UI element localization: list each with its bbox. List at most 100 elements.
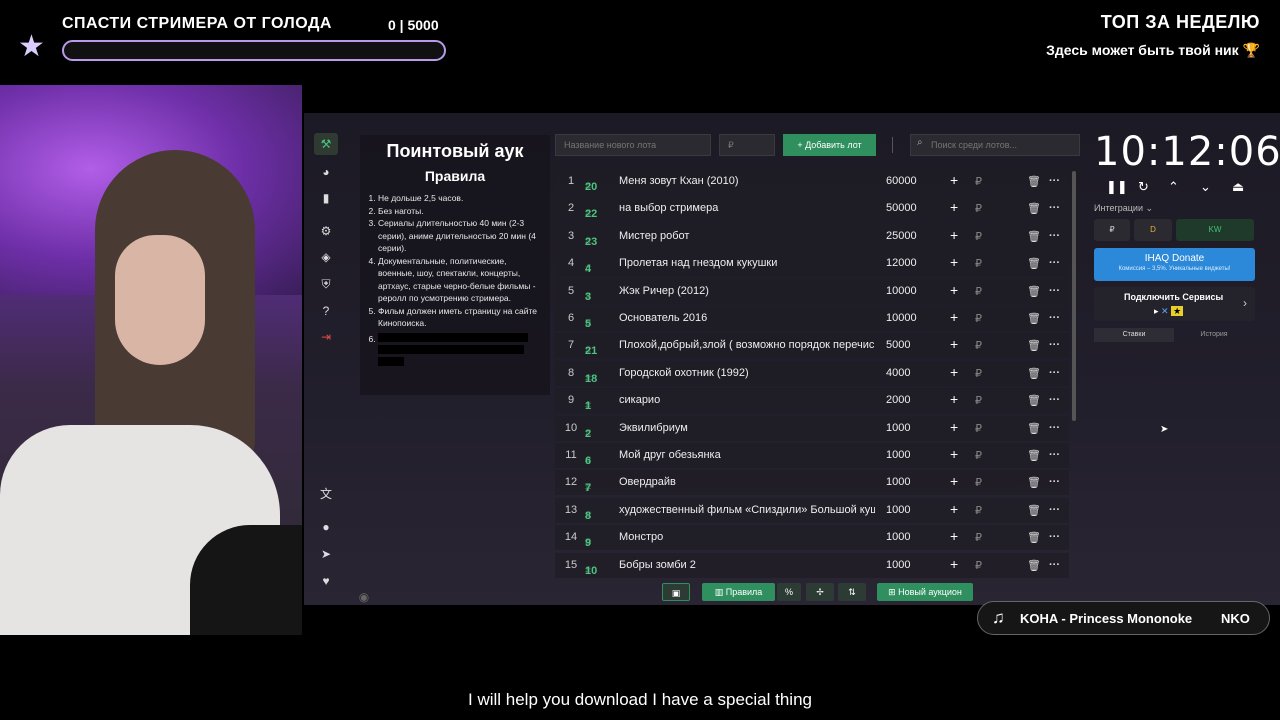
lot-name[interactable]: Эквилибриум bbox=[619, 422, 875, 434]
lot-name[interactable]: Городской охотник (1992) bbox=[619, 367, 875, 379]
more-icon[interactable]: ··· bbox=[1049, 257, 1060, 269]
delete-icon[interactable]: 🗑 bbox=[1027, 531, 1041, 544]
lot-name-input[interactable] bbox=[555, 134, 711, 156]
delete-icon[interactable]: 🗑 bbox=[1027, 394, 1041, 407]
add-lot-button[interactable]: + Добавить лот bbox=[783, 134, 876, 156]
lot-name[interactable]: Мой друг обезьянка bbox=[619, 449, 875, 461]
more-icon[interactable]: ··· bbox=[1049, 230, 1060, 242]
lot-name[interactable]: художественный фильм «Спиздили» Большой … bbox=[619, 504, 875, 516]
percent-button[interactable]: % bbox=[777, 583, 801, 601]
currency-icon[interactable]: ₽ bbox=[975, 422, 982, 435]
delete-icon[interactable]: 🗑 bbox=[1027, 367, 1041, 380]
chevron-down-icon[interactable]: ⌄ bbox=[1200, 179, 1211, 195]
lot-name[interactable]: Бобры зомби 2 bbox=[619, 559, 875, 571]
add-amount-icon[interactable]: + bbox=[950, 419, 958, 435]
reset-icon[interactable]: ↻ bbox=[1138, 179, 1149, 195]
lot-row[interactable]: 7 #21 Плохой,добрый,злой ( возможно порядо… bbox=[555, 333, 1069, 359]
delete-icon[interactable]: 🗑 bbox=[1027, 339, 1041, 352]
lot-name[interactable]: Основатель 2016 bbox=[619, 312, 875, 324]
currency-icon[interactable]: ₽ bbox=[975, 312, 982, 325]
lot-list-scrollbar[interactable] bbox=[1072, 171, 1076, 421]
github-icon[interactable]: ● bbox=[314, 516, 338, 538]
telegram-icon[interactable]: ➤ bbox=[314, 543, 338, 565]
delete-icon[interactable]: 🗑 bbox=[1027, 202, 1041, 215]
currency-icon[interactable]: ₽ bbox=[975, 285, 982, 298]
lot-row[interactable]: 1 #20 Меня зовут Кхан (2010) 60000 + ₽ 🗑 ··· bbox=[555, 169, 1069, 194]
lot-row[interactable]: 14 #9 Монстро 1000 + ₽ 🗑 ··· bbox=[555, 525, 1069, 551]
lot-search-input[interactable] bbox=[910, 134, 1080, 156]
lot-row[interactable]: 12 #7 Овердрайв 1000 + ₽ 🗑 ··· bbox=[555, 470, 1069, 496]
delete-icon[interactable]: 🗑 bbox=[1027, 422, 1041, 435]
more-icon[interactable]: ··· bbox=[1049, 285, 1060, 297]
auction-icon[interactable]: ⚒ bbox=[314, 133, 338, 155]
lot-name[interactable]: на выбор стримера bbox=[619, 202, 875, 214]
lot-row[interactable]: 13 #8 художественный фильм «Спиздили» Боль… bbox=[555, 497, 1069, 523]
layers-icon[interactable]: ◈ bbox=[314, 246, 338, 268]
sort-icon[interactable]: ⇅ bbox=[838, 583, 866, 601]
settings-icon[interactable]: ⚙ bbox=[314, 220, 338, 242]
lot-name[interactable]: Овердрайв bbox=[619, 476, 875, 488]
donatealerts-integration[interactable]: D bbox=[1134, 219, 1172, 241]
save-icon[interactable]: ▣ bbox=[662, 583, 690, 601]
add-amount-icon[interactable]: + bbox=[950, 336, 958, 352]
more-icon[interactable]: ··· bbox=[1049, 559, 1060, 571]
rules-toggle-button[interactable]: ▥ Правила bbox=[702, 583, 775, 601]
kw-integration[interactable]: KW bbox=[1176, 219, 1254, 241]
delete-icon[interactable]: 🗑 bbox=[1027, 559, 1041, 572]
delete-icon[interactable]: 🗑 bbox=[1027, 230, 1041, 243]
add-amount-icon[interactable]: + bbox=[950, 528, 958, 544]
currency-icon[interactable]: ₽ bbox=[975, 504, 982, 517]
lot-row[interactable]: 2 #22 на выбор стримера 50000 + ₽ 🗑 ··· bbox=[555, 196, 1069, 222]
donate-service-button[interactable]: IHAQ Donate Комиссия – 3,5%. Уникальные … bbox=[1094, 248, 1255, 281]
split-icon[interactable]: ✢ bbox=[806, 583, 834, 601]
lot-row[interactable]: 11 #6 Мой друг обезьянка 1000 + ₽ 🗑 ··· bbox=[555, 443, 1069, 468]
currency-icon[interactable]: ₽ bbox=[975, 230, 982, 243]
stats-icon[interactable]: ▮ bbox=[314, 187, 338, 209]
donate-icon[interactable]: ♥ bbox=[314, 570, 338, 592]
currency-icon[interactable]: ₽ bbox=[975, 202, 982, 215]
add-amount-icon[interactable]: + bbox=[950, 501, 958, 517]
delete-icon[interactable]: 🗑 bbox=[1027, 476, 1041, 489]
lot-row[interactable]: 9 #1 сикарио 2000 + ₽ 🗑 ··· bbox=[555, 388, 1069, 414]
shield-icon[interactable]: ⛨ bbox=[314, 273, 338, 295]
lot-name[interactable]: Меня зовут Кхан (2010) bbox=[619, 175, 875, 187]
more-icon[interactable]: ··· bbox=[1049, 175, 1060, 187]
delete-icon[interactable]: 🗑 bbox=[1027, 285, 1041, 298]
lot-row[interactable]: 15 #10 Бобры зомби 2 1000 + ₽ 🗑 ··· bbox=[555, 552, 1069, 578]
more-icon[interactable]: ··· bbox=[1049, 449, 1060, 461]
translate-icon[interactable]: 文 bbox=[314, 483, 338, 505]
currency-icon[interactable]: ₽ bbox=[975, 449, 982, 462]
add-amount-icon[interactable]: + bbox=[950, 364, 958, 380]
delete-icon[interactable]: 🗑 bbox=[1027, 175, 1041, 188]
lot-row[interactable]: 3 #23 Мистер робот 25000 + ₽ 🗑 ··· bbox=[555, 223, 1069, 249]
lot-price-input[interactable] bbox=[719, 134, 775, 156]
double-chevron-up-icon[interactable]: ⏏ bbox=[1232, 179, 1244, 195]
add-amount-icon[interactable]: + bbox=[950, 254, 958, 270]
lot-row[interactable]: 4 #4 Пролетая над гнездом кукушки 12000 + ₽ 🗑 ·… bbox=[555, 251, 1069, 277]
currency-icon[interactable]: ₽ bbox=[975, 257, 982, 270]
lot-name[interactable]: сикарио bbox=[619, 394, 875, 406]
lot-name[interactable]: Плохой,добрый,злой ( возможно порядок пе… bbox=[619, 339, 875, 351]
wheel-icon[interactable]: ◕ bbox=[314, 161, 338, 183]
delete-icon[interactable]: 🗑 bbox=[1027, 257, 1041, 270]
currency-icon[interactable]: ₽ bbox=[975, 531, 982, 544]
currency-icon[interactable]: ₽ bbox=[975, 394, 982, 407]
currency-icon[interactable]: ₽ bbox=[975, 367, 982, 380]
add-amount-icon[interactable]: + bbox=[950, 473, 958, 489]
chevron-up-icon[interactable]: ⌃ bbox=[1168, 179, 1179, 195]
more-icon[interactable]: ··· bbox=[1049, 367, 1060, 379]
add-amount-icon[interactable]: + bbox=[950, 446, 958, 462]
lot-row[interactable]: 10 #2 Эквилибриум 1000 + ₽ 🗑 ··· bbox=[555, 415, 1069, 441]
add-amount-icon[interactable]: + bbox=[950, 199, 958, 215]
more-icon[interactable]: ··· bbox=[1049, 422, 1060, 434]
tab-bets[interactable]: Ставки bbox=[1094, 328, 1174, 342]
logout-icon[interactable]: ⇥ bbox=[314, 326, 338, 348]
more-icon[interactable]: ··· bbox=[1049, 531, 1060, 543]
eye-icon[interactable]: ◉ bbox=[352, 586, 376, 608]
connect-services-button[interactable]: Подключить Сервисы ▸ ✕ ★ › bbox=[1094, 287, 1255, 321]
new-auction-button[interactable]: ⊞ Новый аукцион bbox=[877, 583, 973, 601]
tab-history[interactable]: История bbox=[1174, 328, 1254, 342]
add-amount-icon[interactable]: + bbox=[950, 556, 958, 572]
lot-name[interactable]: Пролетая над гнездом кукушки bbox=[619, 257, 875, 269]
add-amount-icon[interactable]: + bbox=[950, 172, 958, 188]
